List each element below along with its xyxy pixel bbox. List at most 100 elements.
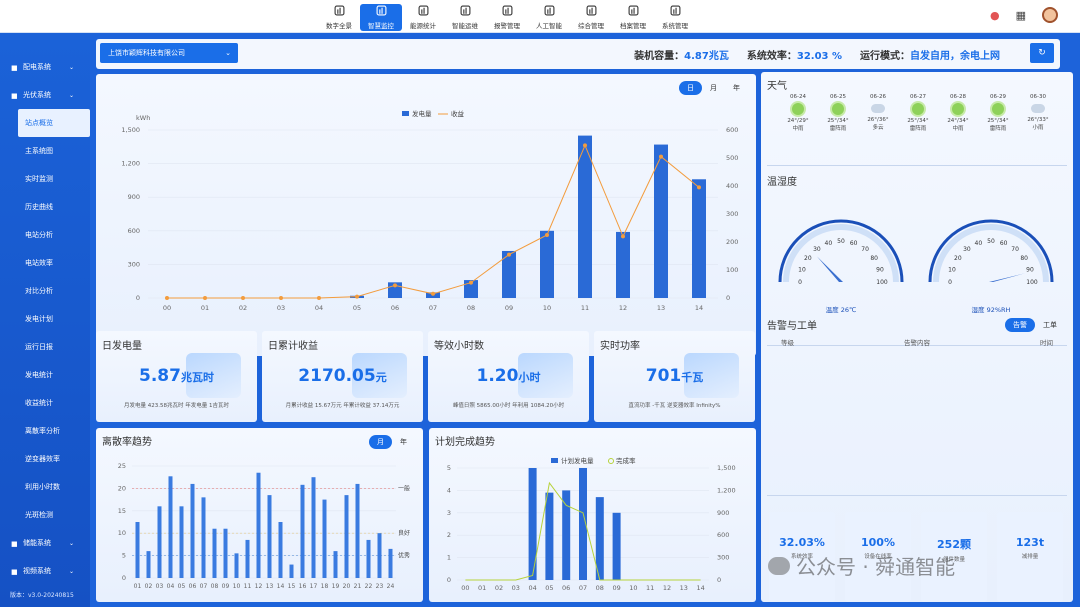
y2-tick-label: 600 xyxy=(726,126,738,134)
nav-label: 智慧监控 xyxy=(368,22,394,30)
top-navigation: 数字全景 智慧监控 能源统计 智能运维 报警管理 人工智能 综合管理 档案管理 系统管理 xyxy=(318,4,696,31)
x-tick-label: 12 xyxy=(619,304,627,312)
bell-icon[interactable]: ● xyxy=(990,9,1000,22)
nav-item-0[interactable]: 数字全景 xyxy=(318,4,360,31)
card-subtext: 月累计收益 15.67万元 年累计收益 37.14万元 xyxy=(285,403,400,409)
sidebar-item-6[interactable]: 对比分析 xyxy=(0,277,90,305)
weather-day: 06-28 24°/34° 中雨 xyxy=(943,94,973,132)
nav-item-2[interactable]: 能源统计 xyxy=(402,4,444,31)
point-revenue xyxy=(203,296,207,300)
y-tick-label: 10 xyxy=(118,529,126,537)
x-tick-label: 10 xyxy=(233,583,241,590)
nav-item-1[interactable]: 智慧监控 xyxy=(360,4,402,31)
nav-item-5[interactable]: 人工智能 xyxy=(528,4,570,31)
sidebar-item-10[interactable]: 收益统计 xyxy=(0,389,90,417)
bar-discrete-rate xyxy=(146,551,151,578)
point-revenue xyxy=(431,291,435,296)
nav-item-8[interactable]: 系统管理 xyxy=(654,4,696,31)
y-tick-label: 15 xyxy=(118,507,126,515)
bar-discrete-rate xyxy=(267,495,272,578)
gauge-needle xyxy=(817,256,843,282)
card-value-wrap: 701千瓦 xyxy=(594,366,755,386)
sidebar-item-9[interactable]: 发电统计 xyxy=(0,361,90,389)
y2-tick-label: 0 xyxy=(726,294,730,302)
gauge-tick-label: 60 xyxy=(850,240,858,247)
rain-cloud-icon xyxy=(1031,104,1045,113)
sidebar-group-sidebar.groups.1[interactable]: ■ 光伏系统 ⌄ xyxy=(0,81,90,109)
weather-day: 06-26 26°/36° 多云 xyxy=(863,94,893,131)
x-tick-label: 01 xyxy=(478,584,486,592)
x-tick-label: 04 xyxy=(315,304,323,312)
qr-code-icon[interactable]: ▦ xyxy=(1016,9,1026,22)
efficiency-stat: 系统效率：32.03 % xyxy=(747,47,842,62)
right-panel: 天气 06-24 24°/29° 中雨 06-25 25°/34° 雷阵雨 06-26 26°… xyxy=(761,72,1073,602)
y-tick-label: 900 xyxy=(128,193,140,201)
sidebar-group-sidebar.groups.0[interactable]: ■ 配电系统 ⌄ xyxy=(0,53,90,81)
weather-desc: 雷阵雨 xyxy=(989,126,1007,132)
bar-discrete-rate xyxy=(300,484,305,578)
point-revenue xyxy=(583,143,587,148)
bar-discrete-rate xyxy=(245,539,250,578)
refresh-icon: ↻ xyxy=(1038,48,1046,58)
bar-discrete-rate xyxy=(388,548,393,578)
nav-item-6[interactable]: 综合管理 xyxy=(570,4,612,31)
sidebar-item-13[interactable]: 利用小时数 xyxy=(0,473,90,501)
sidebar-item-3[interactable]: 历史曲线 xyxy=(0,193,90,221)
y-tick-label: 0 xyxy=(136,294,140,302)
weather-day: 06-27 25°/34° 雷阵雨 xyxy=(903,94,933,132)
tab-workorder[interactable]: 工单 xyxy=(1035,318,1065,332)
y-tick-label: 300 xyxy=(128,260,140,268)
sidebar-group-sidebar.bottom_groups.0[interactable]: ■ 储能系统 ⌄ xyxy=(0,529,90,557)
x-tick-label: 23 xyxy=(376,583,384,590)
x-tick-label: 02 xyxy=(145,583,153,590)
summary-card-0: 日发电量 5.87兆瓦时 月发电量 423.58兆瓦时 年发电量 1吉瓦时 xyxy=(96,331,257,422)
nav-label: 系统管理 xyxy=(662,22,688,30)
avatar[interactable] xyxy=(1042,7,1058,23)
chevron-down-icon: ⌄ xyxy=(68,567,74,575)
tab-alarm[interactable]: 告警 xyxy=(1005,318,1035,332)
nav-item-4[interactable]: 报警管理 xyxy=(486,4,528,31)
weather-date: 06-25 xyxy=(830,94,846,100)
nav-item-3[interactable]: 智能运维 xyxy=(444,4,486,31)
weather-day: 06-25 25°/34° 雷阵雨 xyxy=(823,94,853,132)
top-right-tools: ● ▦ xyxy=(990,7,1058,23)
refresh-button[interactable]: ↻ xyxy=(1030,43,1054,63)
summary-card-1: 日累计收益 2170.05元 月累计收益 15.67万元 年累计收益 37.14万元 xyxy=(262,331,423,422)
sidebar-group-label: 储能系统 xyxy=(23,539,51,547)
bar-planned-generation xyxy=(562,490,571,580)
x-tick-label: 12 xyxy=(255,583,263,590)
y-tick-label: 5 xyxy=(447,464,451,472)
company-select[interactable]: 上饶市颖辉科技有限公司 ⌄ xyxy=(100,43,238,63)
sidebar-item-0[interactable]: 站点概览 xyxy=(18,109,90,137)
x-tick-label: 11 xyxy=(244,583,252,590)
bar-discrete-rate xyxy=(201,497,206,578)
nav-label: 人工智能 xyxy=(536,22,562,30)
efficiency-value: 32.03 % xyxy=(796,51,842,62)
ai-icon xyxy=(544,5,555,20)
card-unit: 元 xyxy=(375,371,387,384)
sidebar-item-5[interactable]: 电站效率 xyxy=(0,249,90,277)
sidebar-item-1[interactable]: 主系统图 xyxy=(0,137,90,165)
sidebar-item-7[interactable]: 发电计划 xyxy=(0,305,90,333)
col-content: 告警内容 xyxy=(904,339,930,347)
sidebar-item-4[interactable]: 电站分析 xyxy=(0,221,90,249)
kpi-value: 252颗 xyxy=(937,538,971,551)
sidebar-item-12[interactable]: 逆变器效率 xyxy=(0,445,90,473)
sidebar-item-2[interactable]: 实时监测 xyxy=(0,165,90,193)
gauge-tick-label: 20 xyxy=(954,255,962,262)
gauge-tick-label: 30 xyxy=(813,246,821,253)
point-revenue xyxy=(279,296,283,300)
sidebar-item-8[interactable]: 运行日报 xyxy=(0,333,90,361)
x-tick-label: 00 xyxy=(163,304,171,312)
discrete-rate-panel: 离散率趋势 月 年 0 5 10 15 20 25 一般 良好 优秀 01 02 03 04 05 06 07… xyxy=(96,428,423,602)
sidebar-item-11[interactable]: 离散率分析 xyxy=(0,417,90,445)
nav-item-7[interactable]: 档案管理 xyxy=(612,4,654,31)
card-subtext: 直流功率 -千瓦 逆变器效率 Infinity% xyxy=(628,403,721,409)
sidebar-group-sidebar.bottom_groups.1[interactable]: ■ 视频系统 ⌄ xyxy=(0,557,90,585)
gauge-tick-label: 0 xyxy=(798,279,802,286)
bar-generation xyxy=(578,135,592,298)
x-tick-label: 13 xyxy=(266,583,274,590)
card-unit: 小时 xyxy=(518,371,541,384)
sidebar-item-14[interactable]: 光斑检测 xyxy=(0,501,90,529)
y2-tick-label: 1,500 xyxy=(717,464,736,472)
